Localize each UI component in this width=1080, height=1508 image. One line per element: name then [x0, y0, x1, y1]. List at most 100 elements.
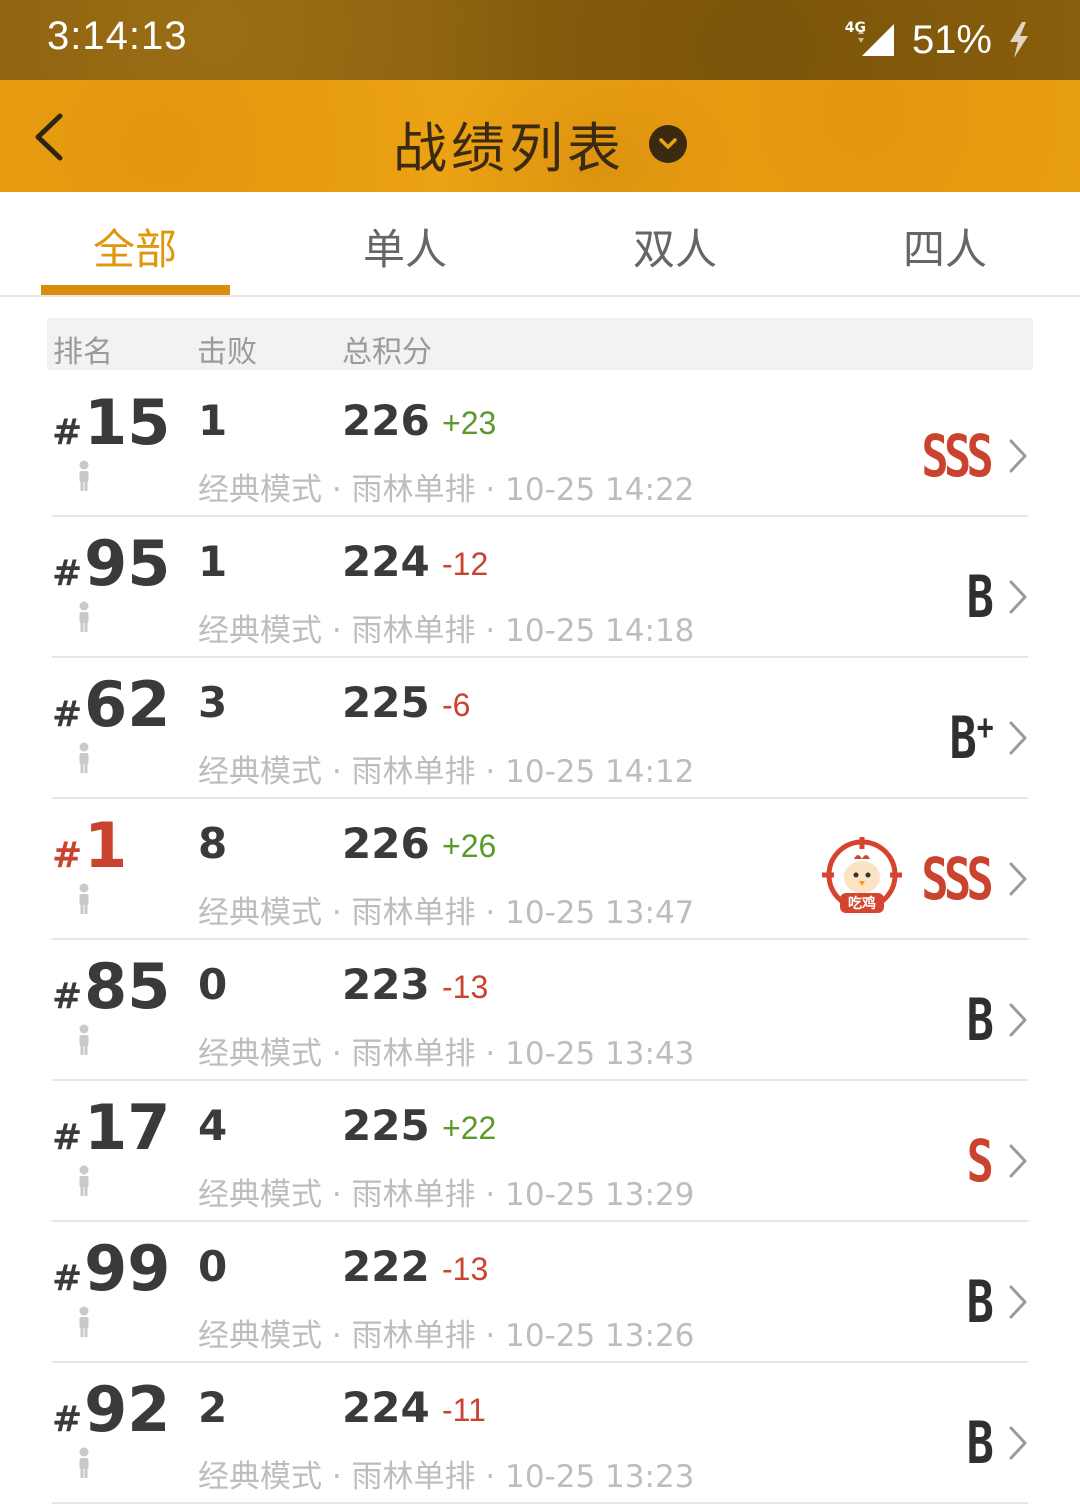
score-delta: +26	[442, 828, 497, 864]
grade-letter: B	[966, 563, 994, 631]
battery-level: 51%	[911, 17, 992, 62]
tab-solo[interactable]: 单人	[270, 216, 540, 277]
match-row[interactable]: #95 1 224 -12 经典模式 · 雨林单排 · 10-25 14:18 …	[52, 517, 1028, 658]
kills-value: 0	[198, 1242, 228, 1291]
status-icons: 4G 51%	[823, 16, 1032, 64]
score-delta: +23	[442, 405, 497, 441]
rank-number: 95	[84, 527, 171, 600]
network-type: 4G	[844, 20, 866, 36]
rank-value: #99	[52, 1232, 170, 1305]
rank-hash: #	[52, 976, 83, 1017]
kills-value: 3	[198, 678, 228, 727]
rank-number: 1	[84, 809, 128, 882]
match-row[interactable]: #15 1 226 +23 经典模式 · 雨林单排 · 10-25 14:22 …	[52, 376, 1028, 517]
grade-letter: SSS	[921, 422, 994, 490]
column-kills: 击败	[197, 335, 257, 370]
grade-letter: S	[966, 1127, 994, 1195]
match-meta: 经典模式 · 雨林单排 · 10-25 13:47	[198, 895, 695, 931]
chevron-right-icon	[1009, 1144, 1027, 1178]
score-value: 225	[342, 678, 430, 727]
kills-value: 1	[198, 396, 228, 445]
grade-badge: S	[967, 1129, 994, 1193]
charging-bolt-icon	[1010, 22, 1028, 58]
tab-duo[interactable]: 双人	[540, 216, 810, 277]
score-delta: -12	[442, 546, 489, 582]
score-delta: -13	[442, 1251, 489, 1287]
column-rank: 排名	[53, 335, 113, 370]
match-row[interactable]: #17 4 225 +22 经典模式 · 雨林单排 · 10-25 13:29 …	[52, 1081, 1028, 1222]
rank-number: 17	[84, 1091, 171, 1164]
person-icon	[79, 883, 89, 914]
kills-value: 1	[198, 537, 228, 586]
match-row[interactable]: #85 0 223 -13 经典模式 · 雨林单排 · 10-25 13:43 …	[52, 940, 1028, 1081]
chicken-badge-text: 吃鸡	[848, 895, 876, 912]
rank-hash: #	[52, 835, 83, 876]
rank-number: 62	[84, 668, 171, 741]
grade-badge: SSS	[922, 847, 994, 911]
person-icon	[79, 1306, 89, 1337]
active-tab-indicator	[41, 285, 230, 295]
chevron-right-icon	[1009, 1003, 1027, 1037]
grade-letter: B	[966, 1268, 994, 1336]
match-meta: 经典模式 · 雨林单排 · 10-25 13:23	[198, 1459, 695, 1495]
rank-value: #17	[52, 1091, 170, 1164]
match-meta: 经典模式 · 雨林单排 · 10-25 13:26	[198, 1318, 695, 1354]
tab-all[interactable]: 全部	[0, 216, 270, 277]
rank-value: #85	[52, 950, 170, 1023]
rank-hash: #	[52, 1258, 83, 1299]
column-header: 排名 击败 总积分	[47, 318, 1033, 370]
score-value: 224	[342, 1383, 430, 1432]
rank-value: #1	[52, 809, 127, 882]
page-title: 战绩列表	[393, 117, 625, 180]
grade-plus: +	[977, 707, 994, 748]
match-row[interactable]: #99 0 222 -13 经典模式 · 雨林单排 · 10-25 13:26 …	[52, 1222, 1028, 1363]
grade-badge: SSS	[922, 424, 994, 488]
score-delta: -11	[442, 1392, 486, 1428]
status-time: 3:14:13	[47, 14, 188, 58]
match-row[interactable]: #92 2 224 -11 经典模式 · 雨林单排 · 10-25 13:23 …	[52, 1363, 1028, 1504]
column-score: 总积分	[342, 335, 432, 370]
title-wrap[interactable]: 战绩列表	[0, 104, 1080, 183]
person-icon	[79, 1165, 89, 1196]
chevron-right-icon	[1009, 439, 1027, 473]
rank-number: 85	[84, 950, 171, 1023]
person-icon	[79, 1447, 89, 1478]
match-row[interactable]: #1 8 226 +26 经典模式 · 雨林单排 · 10-25 13:47 S…	[52, 799, 1028, 940]
person-icon	[79, 742, 89, 773]
rank-hash: #	[52, 412, 83, 453]
rank-hash: #	[52, 1399, 83, 1440]
app-header: 战绩列表	[0, 80, 1080, 192]
rank-value: #62	[52, 668, 170, 741]
kills-value: 4	[198, 1101, 228, 1150]
score-delta: -13	[442, 969, 489, 1005]
grade-letter: B	[966, 986, 994, 1054]
rank-value: #92	[52, 1373, 170, 1446]
status-bar: 3:14:13 4G 51%	[0, 0, 1080, 80]
kills-value: 8	[198, 819, 228, 868]
match-list: #15 1 226 +23 经典模式 · 雨林单排 · 10-25 14:22 …	[52, 376, 1028, 1504]
match-meta: 经典模式 · 雨林单排 · 10-25 14:22	[198, 472, 695, 508]
grade-letter: B	[949, 704, 977, 772]
title-dropdown-button[interactable]	[649, 124, 687, 163]
rank-hash: #	[52, 553, 83, 594]
score-value: 224	[342, 537, 430, 586]
match-meta: 经典模式 · 雨林单排 · 10-25 14:12	[198, 754, 695, 790]
rank-hash: #	[52, 694, 83, 735]
mode-tabs: 全部 单人 双人 四人	[0, 192, 1080, 297]
score-value: 222	[342, 1242, 430, 1291]
grade-badge: B	[967, 565, 994, 629]
chevron-right-icon	[1009, 1285, 1027, 1319]
grade-badge: B	[967, 1411, 994, 1475]
match-row[interactable]: #62 3 225 -6 经典模式 · 雨林单排 · 10-25 14:12 B…	[52, 658, 1028, 799]
chevron-right-icon	[1009, 580, 1027, 614]
rank-value: #15	[52, 386, 170, 459]
grade-badge: B	[967, 1270, 994, 1334]
score-value: 225	[342, 1101, 430, 1150]
chevron-down-icon	[659, 137, 677, 149]
rank-number: 92	[84, 1373, 171, 1446]
tab-squad[interactable]: 四人	[810, 216, 1080, 277]
chevron-right-icon	[1009, 862, 1027, 896]
score-delta: +22	[442, 1110, 497, 1146]
kills-value: 2	[198, 1383, 228, 1432]
chevron-right-icon	[1009, 1426, 1027, 1460]
